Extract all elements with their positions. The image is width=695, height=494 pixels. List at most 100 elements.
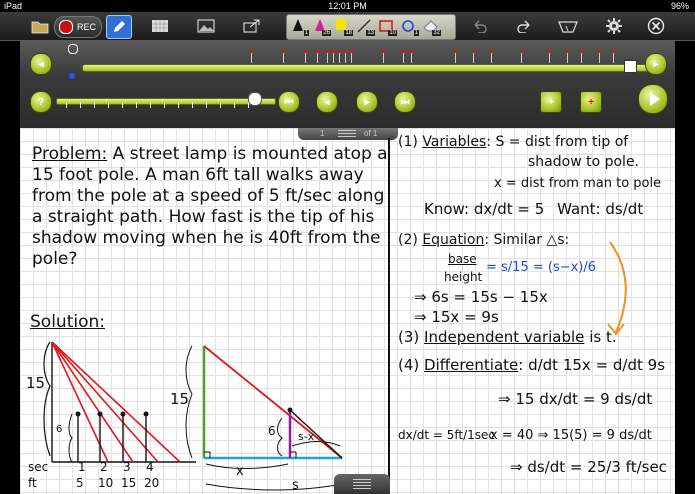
fig2-height-label: 15	[170, 390, 190, 408]
bookmark-pin[interactable]	[580, 50, 583, 53]
playhead-marker[interactable]	[69, 73, 75, 79]
pen-color-tray: 1 26 18 13 10 1 32	[286, 14, 456, 40]
sec-value: 2	[100, 460, 108, 474]
bookmark-pin[interactable]	[490, 50, 493, 53]
given-rate: dx/dt = 5ft/1sec	[398, 428, 496, 442]
skip-to-start-icon[interactable]: ⏮	[278, 91, 300, 113]
step1-def-s-cont: shadow to pole.	[528, 154, 640, 170]
sec-value: 4	[146, 460, 154, 474]
pen-magenta-button[interactable]: 26	[311, 17, 331, 36]
bookmark-pin[interactable]	[454, 50, 457, 53]
toolbar: REC 1 26 18 13 10 1 32	[0, 12, 695, 41]
bookmark-pin[interactable]	[382, 50, 385, 53]
zoom-tick	[178, 102, 179, 108]
step-back-icon[interactable]: ◂	[316, 91, 338, 113]
bookmark-pin[interactable]	[548, 50, 551, 53]
zoom-tick	[150, 102, 151, 108]
orange-arrow	[607, 241, 627, 336]
pen-black-button[interactable]: 1	[289, 17, 309, 36]
substitution: x = 40 ⇒ 15(5) = 9 ds/dt	[490, 428, 652, 443]
prev-bookmark-icon[interactable]: ◂	[30, 53, 52, 75]
zoom-tick	[206, 102, 207, 108]
step4-line: (4) Differentiate: d/dt 15x = d/dt 9s	[398, 356, 666, 374]
image-insert-icon[interactable]	[194, 15, 218, 37]
recording-timeline-track[interactable]	[82, 64, 650, 72]
zoom-tick	[220, 102, 221, 108]
bookmark-pin[interactable]	[316, 50, 319, 53]
background-pattern-icon[interactable]	[148, 15, 172, 37]
help-icon[interactable]: ?	[30, 91, 52, 113]
ft-value: 20	[144, 476, 160, 490]
add-red-bookmark-icon[interactable]: +	[580, 91, 602, 113]
bookmark-pin-stem	[345, 53, 346, 63]
record-button[interactable]: REC	[54, 16, 102, 38]
bookmark-pin[interactable]	[332, 50, 335, 53]
circle-tool-button[interactable]: 1	[399, 17, 419, 36]
zoom-slider-track[interactable]	[56, 98, 276, 105]
add-bookmark-icon[interactable]: +	[540, 91, 562, 113]
equation-step-1: ⇒ 6s = 15s − 15x	[414, 288, 548, 306]
step1-number: (1)	[398, 134, 418, 150]
page-bottom-handle[interactable]	[334, 474, 390, 494]
final-answer: ⇒ ds/dt = 25/3 ft/sec	[510, 458, 667, 476]
bookmark-pin[interactable]	[338, 50, 341, 53]
bookmark-pin[interactable]	[282, 50, 285, 53]
play-button[interactable]	[638, 84, 668, 114]
bookmark-pin[interactable]	[344, 50, 347, 53]
page-divider	[388, 138, 390, 494]
line-tool-button[interactable]: 13	[355, 17, 375, 36]
bookmark-pin[interactable]	[350, 50, 353, 53]
close-icon[interactable]	[644, 15, 668, 37]
ft-value: 5	[76, 476, 84, 490]
want-expression: ds/dt	[605, 200, 644, 218]
ft-value: 10	[98, 476, 114, 490]
fig2-s-label: s	[292, 478, 299, 493]
redo-icon[interactable]	[512, 15, 536, 37]
zoom-tick	[164, 102, 165, 108]
page-indicator[interactable]: 1 of 1	[298, 128, 398, 140]
zoom-tick	[136, 102, 137, 108]
bookmark-pin[interactable]	[304, 50, 307, 53]
bookmark-pin-stem	[383, 53, 384, 63]
step-forward-icon[interactable]: ▸	[356, 91, 378, 113]
pointer-mode-icon[interactable]	[556, 15, 580, 37]
bookmark-pin-stem	[283, 53, 284, 63]
problem-label: Problem:	[32, 144, 108, 164]
bookmark-pin[interactable]	[472, 50, 475, 53]
step1-heading: Variables	[422, 134, 487, 150]
bookmark-pin-stem	[567, 53, 568, 63]
next-bookmark-icon[interactable]: ▸	[645, 53, 667, 75]
bookmark-pin-stem	[549, 53, 550, 63]
bookmark-pin[interactable]	[326, 50, 329, 53]
timeline-end-handle[interactable]	[624, 60, 637, 73]
page-total: of 1	[364, 129, 378, 138]
battery-level: 96%	[670, 1, 689, 11]
skip-to-end-icon[interactable]: ⏭	[394, 91, 416, 113]
undo-icon[interactable]	[468, 15, 492, 37]
gear-icon[interactable]	[602, 15, 626, 37]
folder-icon[interactable]	[28, 15, 52, 37]
diff-eq-2: ⇒ 15 dx/dt = 9 ds/dt	[498, 390, 653, 408]
bookmark-pin[interactable]	[598, 50, 601, 53]
diff-eq-1: : d/dt 15x = d/dt 9s	[518, 356, 666, 374]
bookmark-pin[interactable]	[250, 50, 253, 53]
bookmark-pin[interactable]	[410, 50, 413, 53]
bookmark-pin[interactable]	[402, 50, 405, 53]
step2-heading: Equation	[422, 232, 485, 248]
rectangle-tool-button[interactable]: 10	[377, 17, 397, 36]
page-grip-icon	[338, 130, 356, 138]
sec-value: 3	[123, 460, 131, 474]
bookmark-pin[interactable]	[566, 50, 569, 53]
share-icon[interactable]	[240, 15, 264, 37]
whiteboard-canvas[interactable]: 1 of 1 Problem: A street lamp is mounted…	[20, 128, 675, 494]
highlighter-yellow-button[interactable]: 18	[333, 17, 353, 36]
step2-line: (2) Equation: Similar △s:	[398, 232, 570, 248]
step3-line: (3) Independent variable is t.	[398, 328, 617, 346]
pen-tool-button[interactable]	[106, 15, 132, 39]
zoom-slider-knob[interactable]	[248, 92, 262, 106]
step3-tail: is t.	[589, 328, 617, 346]
bookmark-pin-stem	[521, 53, 522, 63]
bookmark-pin[interactable]	[520, 50, 523, 53]
eraser-button[interactable]: 32	[421, 17, 441, 36]
bookmark-pin[interactable]	[612, 50, 615, 53]
